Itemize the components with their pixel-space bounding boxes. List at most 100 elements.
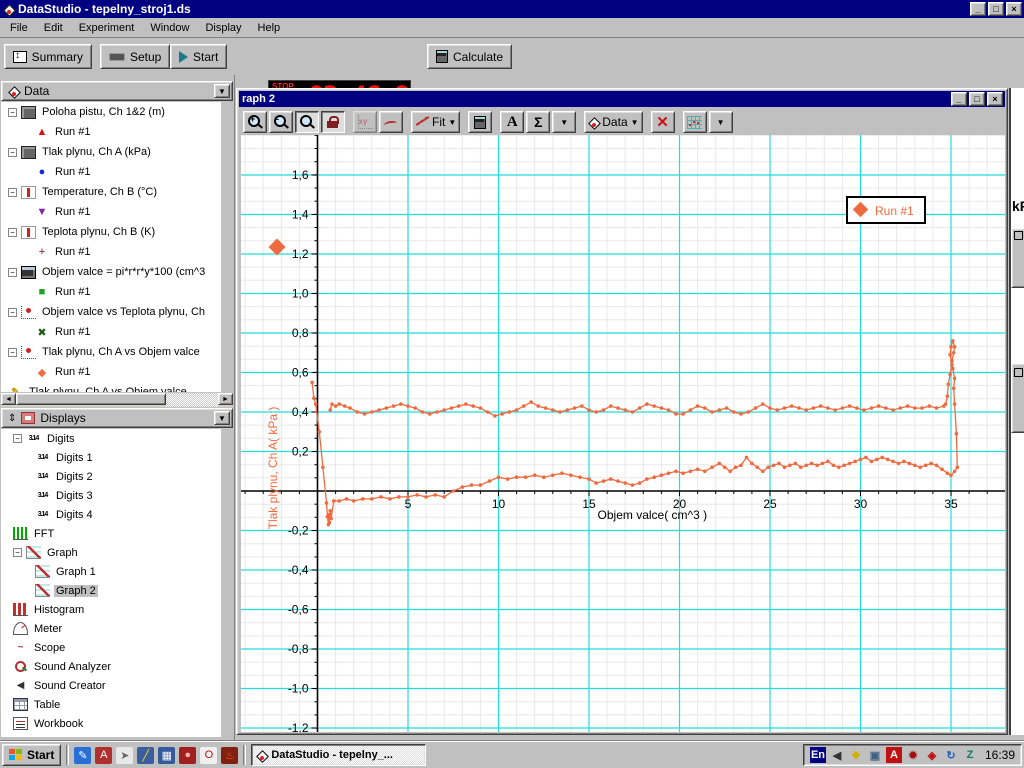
daemon-icon[interactable]: ✹	[905, 747, 921, 763]
tree-item[interactable]: ●Run #1	[1, 162, 221, 182]
tree-item[interactable]: +Run #1	[1, 242, 221, 262]
tree-item[interactable]: Graph 1	[1, 562, 221, 581]
tree-item[interactable]: Workbook	[1, 714, 221, 733]
graph-window-title-bar[interactable]: raph 2 _ □ ×	[239, 91, 1005, 107]
notes-icon[interactable]: ✎	[74, 747, 91, 764]
remove-button[interactable]: ✕	[651, 111, 675, 133]
tree-item-label[interactable]: Digits 1	[54, 452, 95, 464]
start-menu-button[interactable]: Start	[2, 744, 61, 766]
dragon-icon[interactable]: ●	[179, 747, 196, 764]
tree-item[interactable]: 3.14Digits 3	[1, 486, 221, 505]
diamond-tool-icon[interactable]: ◈	[924, 747, 940, 763]
tree-item-label[interactable]: Run #1	[53, 126, 92, 138]
data-panel-header[interactable]: Data ▼	[1, 81, 233, 101]
tree-item[interactable]: FFT	[1, 524, 221, 543]
expand-box[interactable]: −	[13, 434, 22, 443]
connection-icon[interactable]: Z	[962, 747, 978, 763]
tree-item-label[interactable]: Run #1	[53, 166, 92, 178]
maximize-button[interactable]: □	[988, 2, 1004, 16]
tree-item-label[interactable]: Histogram	[32, 604, 86, 616]
tree-item[interactable]: Table	[1, 695, 221, 714]
expand-box[interactable]: −	[8, 228, 17, 237]
tree-item[interactable]: −3.14Digits	[1, 429, 221, 448]
tree-item[interactable]: ~Scope	[1, 638, 221, 657]
statistics-button[interactable]: Σ	[526, 111, 550, 133]
tree-item[interactable]: − Teplota plynu, Ch B (K)	[1, 222, 221, 242]
graph-maximize-button[interactable]: □	[969, 92, 985, 106]
menu-item-window[interactable]: Window	[142, 19, 197, 37]
background-window[interactable]: kR	[1009, 88, 1024, 735]
calculator-button[interactable]	[468, 111, 492, 133]
graph-close-button[interactable]: ×	[987, 92, 1003, 106]
tree-item-label[interactable]: Run #1	[53, 246, 92, 258]
bird-icon[interactable]: ➤	[116, 747, 133, 764]
zoom-out-button[interactable]: -	[269, 111, 293, 133]
smart-tool-button[interactable]	[379, 111, 403, 133]
calculator-icon[interactable]: ▦	[158, 747, 175, 764]
tree-item[interactable]: ▼Run #1	[1, 202, 221, 222]
tree-item[interactable]: 3.14Digits 2	[1, 467, 221, 486]
plot-area[interactable]: 1,61,41,21,00,80,60,40,2-0,2-0,4-0,6-0,8…	[241, 135, 1005, 732]
tree-item-label[interactable]: Table	[32, 699, 62, 711]
tree-item-label[interactable]: Meter	[32, 623, 64, 635]
menu-item-experiment[interactable]: Experiment	[71, 19, 143, 37]
flame-icon[interactable]: ♨	[221, 747, 238, 764]
zoom-in-button[interactable]: +	[243, 111, 267, 133]
tree-item[interactable]: − Tlak plynu, Ch A vs Objem valce	[1, 342, 221, 362]
fit-menu-button[interactable]: Fit▼	[411, 111, 460, 133]
tree-item-label[interactable]: Scope	[32, 642, 67, 654]
minimize-button[interactable]: _	[970, 2, 986, 16]
tree-item-label[interactable]: Digits 4	[54, 509, 95, 521]
summary-button[interactable]: Summary	[4, 44, 92, 69]
expand-box[interactable]: −	[8, 308, 17, 317]
graph-settings-button[interactable]	[683, 111, 707, 133]
tree-item[interactable]: ◆Run #1	[1, 362, 221, 382]
tree-item-label[interactable]: Tlak plynu, Ch A vs Objem valce	[40, 346, 202, 358]
paint-icon[interactable]: ╱	[137, 747, 154, 764]
opera-icon[interactable]: O	[200, 747, 217, 764]
expand-box[interactable]: −	[8, 188, 17, 197]
tree-item[interactable]: −Temperature, Ch B (°C)	[1, 182, 221, 202]
scroll-right-arrow[interactable]: ►	[218, 393, 233, 405]
tree-item[interactable]: ◀Sound Creator	[1, 676, 221, 695]
tree-item-label[interactable]: Run #1	[53, 326, 92, 338]
tree-item-label[interactable]: Objem valce = pi*r*r*y*100 (cm^3	[40, 266, 207, 278]
graph-minimize-button[interactable]: _	[951, 92, 967, 106]
brush-icon[interactable]: ❖	[848, 747, 864, 763]
tree-item[interactable]: 3.14Digits 4	[1, 505, 221, 524]
tree-item[interactable]: Histogram	[1, 600, 221, 619]
tree-item-label[interactable]: FFT	[32, 528, 56, 540]
tree-item[interactable]: ✖Run #1	[1, 322, 221, 342]
tree-item-label[interactable]: Workbook	[32, 718, 85, 730]
expand-box[interactable]: −	[8, 348, 17, 357]
tree-item-label[interactable]: Digits	[45, 433, 77, 445]
expand-box[interactable]: −	[8, 108, 17, 117]
volume-icon[interactable]: ◀	[829, 747, 845, 763]
calculate-button[interactable]: Calculate	[427, 44, 512, 69]
tree-item-label[interactable]: Run #1	[53, 366, 92, 378]
tree-item-label[interactable]: Graph 2	[54, 585, 98, 597]
tree-item-label[interactable]: Teplota plynu, Ch B (K)	[40, 226, 157, 238]
menu-item-help[interactable]: Help	[250, 19, 289, 37]
tree-item[interactable]: Sound Analyzer	[1, 657, 221, 676]
tree-item-label[interactable]: Sound Analyzer	[32, 661, 113, 673]
data-tree-hscrollbar[interactable]: ◄ ►	[1, 393, 233, 407]
tree-item-label[interactable]: Graph 1	[54, 566, 98, 578]
zoom-select-button[interactable]	[295, 111, 319, 133]
sync-icon[interactable]: ↻	[943, 747, 959, 763]
tree-item-label[interactable]: Tlak plynu, Ch A (kPa)	[40, 146, 153, 158]
text-annotation-button[interactable]: A	[500, 111, 524, 133]
displays-panel-header[interactable]: ⇕ Displays ▼	[1, 408, 233, 428]
tree-item-label[interactable]: Digits 2	[54, 471, 95, 483]
start-button[interactable]: Start	[170, 44, 227, 69]
tree-item[interactable]: −Tlak plynu, Ch A (kPa)	[1, 142, 221, 162]
scheduler-icon[interactable]: ▣	[867, 747, 883, 763]
data-dropdown-button[interactable]: ▼	[214, 84, 230, 98]
tree-item[interactable]: −Graph	[1, 543, 221, 562]
expand-box[interactable]: −	[8, 268, 17, 277]
displays-dropdown-button[interactable]: ▼	[214, 411, 230, 425]
menu-item-edit[interactable]: Edit	[36, 19, 71, 37]
tree-item[interactable]: −Objem valce vs Teplota plynu, Ch	[1, 302, 221, 322]
scroll-left-arrow[interactable]: ◄	[1, 393, 16, 405]
scale-to-fit-button[interactable]	[321, 111, 345, 133]
